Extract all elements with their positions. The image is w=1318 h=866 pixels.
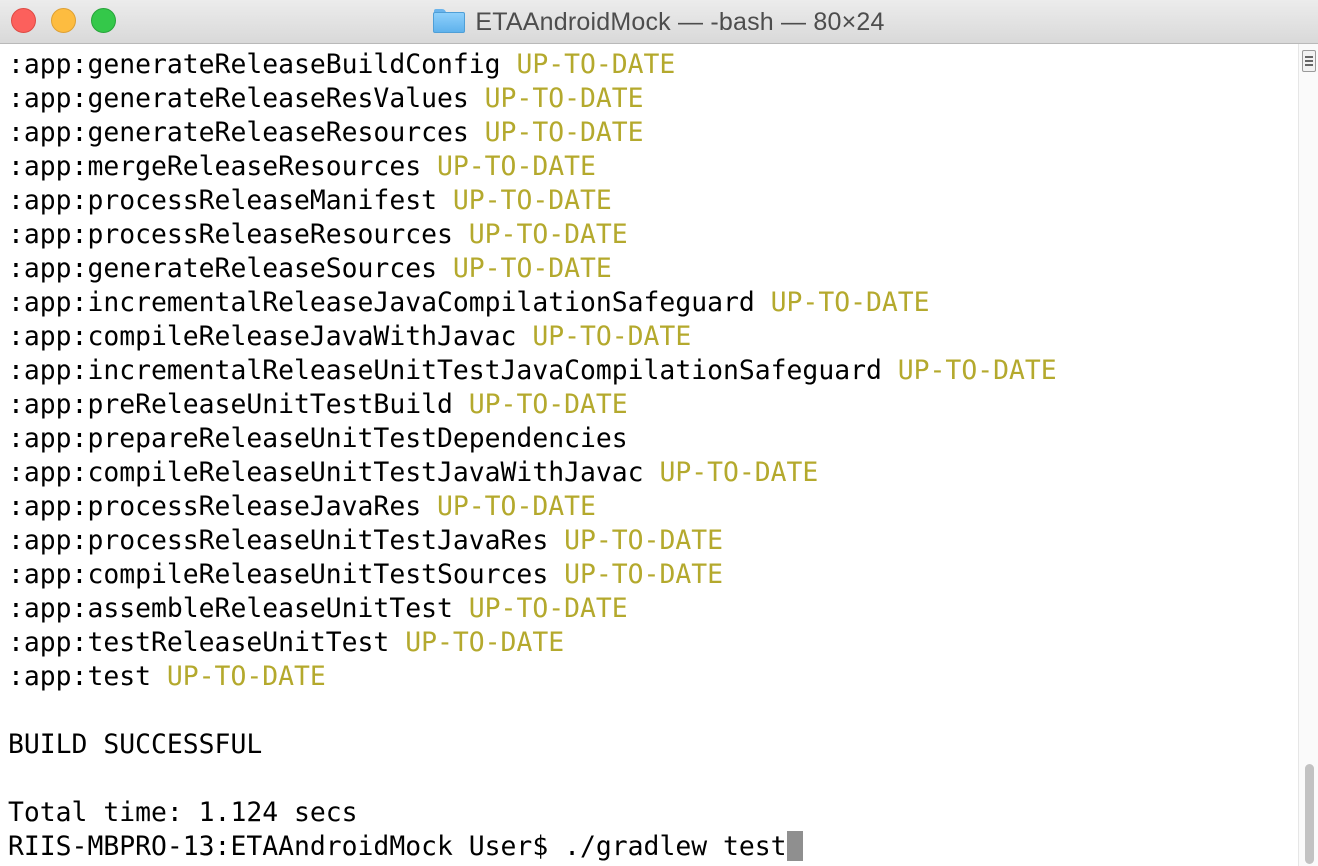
status-label: UP-TO-DATE [564,525,723,556]
line-text: Total time: 1.124 secs [8,797,358,828]
status-label: UP-TO-DATE [770,287,930,318]
terminal-line: :app:generateReleaseResValues UP-TO-DATE [8,82,1057,116]
status-label: UP-TO-DATE [468,389,628,420]
status-label: UP-TO-DATE [468,219,628,250]
terminal-line: :app:testReleaseUnitTest UP-TO-DATE [8,626,1057,660]
line-text: :app:mergeReleaseResources [8,151,437,182]
terminal-line: :app:processReleaseUnitTestJavaRes UP-TO… [8,524,1057,558]
line-text: :app:compileReleaseUnitTestSources [8,559,565,590]
typed-command[interactable]: ./gradlew test [564,831,786,862]
folder-icon [433,9,466,33]
terminal-line: :app:compileReleaseUnitTestJavaWithJavac… [8,456,1057,490]
line-text: :app:processReleaseJavaRes [8,491,437,522]
terminal-line: :app:compileReleaseJavaWithJavac UP-TO-D… [8,320,1057,354]
line-text: :app:preReleaseUnitTestBuild [8,389,469,420]
line-text: :app:test [8,661,167,692]
line-text: :app:incrementalReleaseJavaCompilationSa… [8,287,771,318]
terminal-line: :app:prepareReleaseUnitTestDependencies [8,422,1057,456]
split-view-icon[interactable] [1302,50,1316,72]
terminal-line: :app:generateReleaseBuildConfig UP-TO-DA… [8,48,1057,82]
terminal-line: :app:test UP-TO-DATE [8,660,1057,694]
terminal-line: BUILD SUCCESSFUL [8,728,1057,762]
line-text: :app:assembleReleaseUnitTest [8,593,469,624]
line-text: :app:processReleaseUnitTestJavaRes [8,525,565,556]
status-label: UP-TO-DATE [532,321,692,352]
terminal-line: :app:preReleaseUnitTestBuild UP-TO-DATE [8,388,1057,422]
status-label: UP-TO-DATE [564,559,723,590]
terminal-line: :app:incrementalReleaseJavaCompilationSa… [8,286,1057,320]
text-cursor [786,830,803,861]
terminal-line: Total time: 1.124 secs [8,796,1057,830]
terminal-line: :app:processReleaseManifest UP-TO-DATE [8,184,1057,218]
terminal-line: :app:assembleReleaseUnitTest UP-TO-DATE [8,592,1057,626]
prompt-line[interactable]: RIIS-MBPRO-13:ETAAndroidMock User$ ./gra… [8,830,1057,864]
status-label: UP-TO-DATE [166,661,326,692]
line-text: :app:processReleaseManifest [8,185,453,216]
status-label: UP-TO-DATE [897,355,1057,386]
line-text: :app:processReleaseResources [8,219,469,250]
status-label: UP-TO-DATE [659,457,819,488]
status-label: UP-TO-DATE [484,117,644,148]
line-text: :app:generateReleaseResValues [8,83,485,114]
terminal-line: :app:generateReleaseSources UP-TO-DATE [8,252,1057,286]
terminal-window: ETAAndroidMock — -bash — 80×24 :app:gene… [0,0,1318,866]
line-text: BUILD SUCCESSFUL [8,729,263,760]
status-label: UP-TO-DATE [516,49,676,80]
shell-prompt: RIIS-MBPRO-13:ETAAndroidMock User$ [8,831,565,862]
terminal-lines: :app:generateReleaseBuildConfig UP-TO-DA… [8,48,1057,864]
line-text: :app:compileReleaseUnitTestJavaWithJavac [8,457,660,488]
status-label: UP-TO-DATE [484,83,644,114]
terminal-output[interactable]: :app:generateReleaseBuildConfig UP-TO-DA… [0,44,1298,866]
status-label: UP-TO-DATE [437,151,596,182]
terminal-line: :app:processReleaseResources UP-TO-DATE [8,218,1057,252]
status-label: UP-TO-DATE [405,627,565,658]
terminal-line: :app:incrementalReleaseUnitTestJavaCompi… [8,354,1057,388]
line-text: :app:testReleaseUnitTest [8,627,406,658]
line-text: :app:generateReleaseResources [8,117,485,148]
terminal-line: :app:processReleaseJavaRes UP-TO-DATE [8,490,1057,524]
line-text: :app:incrementalReleaseUnitTestJavaCompi… [8,355,898,386]
line-text: :app:compileReleaseJavaWithJavac [8,321,533,352]
line-text: :app:prepareReleaseUnitTestDependencies [8,423,628,454]
status-label: UP-TO-DATE [452,185,612,216]
status-label: UP-TO-DATE [437,491,596,522]
title-group: ETAAndroidMock — -bash — 80×24 [0,0,1318,44]
terminal-line: :app:mergeReleaseResources UP-TO-DATE [8,150,1057,184]
line-text: :app:generateReleaseSources [8,253,453,284]
status-label: UP-TO-DATE [452,253,612,284]
line-text: :app:generateReleaseBuildConfig [8,49,517,80]
status-label: UP-TO-DATE [468,593,628,624]
scroll-thumb[interactable] [1305,764,1314,864]
terminal-line: :app:generateReleaseResources UP-TO-DATE [8,116,1057,150]
window-title: ETAAndroidMock — -bash — 80×24 [475,7,885,36]
vertical-scrollbar[interactable] [1298,44,1318,866]
terminal-line: :app:compileReleaseUnitTestSources UP-TO… [8,558,1057,592]
title-bar[interactable]: ETAAndroidMock — -bash — 80×24 [0,0,1318,44]
